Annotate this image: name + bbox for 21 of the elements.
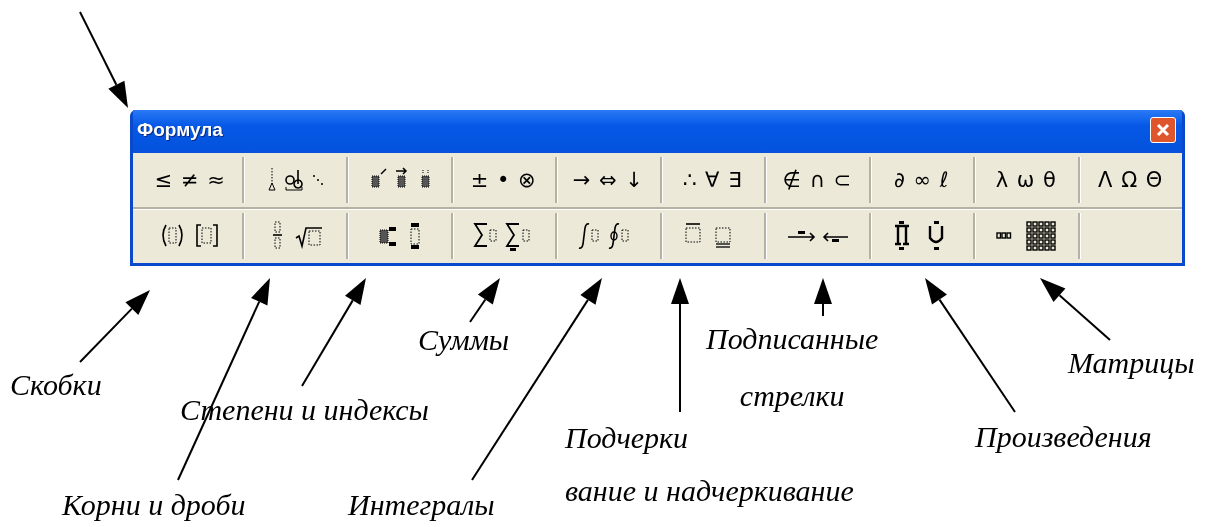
close-icon: [1156, 123, 1170, 137]
callout-label: Подписанные стрелки: [706, 320, 879, 414]
callout-label: Скобки: [10, 368, 102, 402]
callout-label: Подчерки вание и надчеркивание: [565, 419, 854, 509]
close-button[interactable]: [1150, 117, 1176, 143]
callout-arrow: [814, 278, 832, 317]
callout-label: Корни и дроби: [62, 488, 246, 522]
symbol-palette-button[interactable]: ∂ ∞ ℓ: [870, 157, 973, 203]
symbol-palette-button[interactable]: → ⇔ ↓: [557, 157, 660, 203]
window-title: Формула: [137, 119, 223, 141]
callout-arrow: [1040, 278, 1111, 341]
symbol-palette-button[interactable]: ∉ ∩ ⊂: [766, 157, 869, 203]
symbol-palette-button[interactable]: ± • ⊗: [452, 157, 555, 203]
callout-label: Матрицы: [1068, 346, 1195, 380]
symbol-palette-button[interactable]: ≤ ≠ ≈: [139, 157, 242, 203]
callout-label: Интегралы: [348, 488, 495, 522]
callout-label: Суммы: [418, 323, 510, 357]
symbol-palette-button[interactable]: λ ω θ: [975, 157, 1078, 203]
callout-label: Произведения: [975, 420, 1152, 454]
symbol-palette-button[interactable]: Λ Ω Θ: [1079, 157, 1182, 203]
symbol-palette-button[interactable]: ∴ ∀ ∃: [661, 157, 764, 203]
